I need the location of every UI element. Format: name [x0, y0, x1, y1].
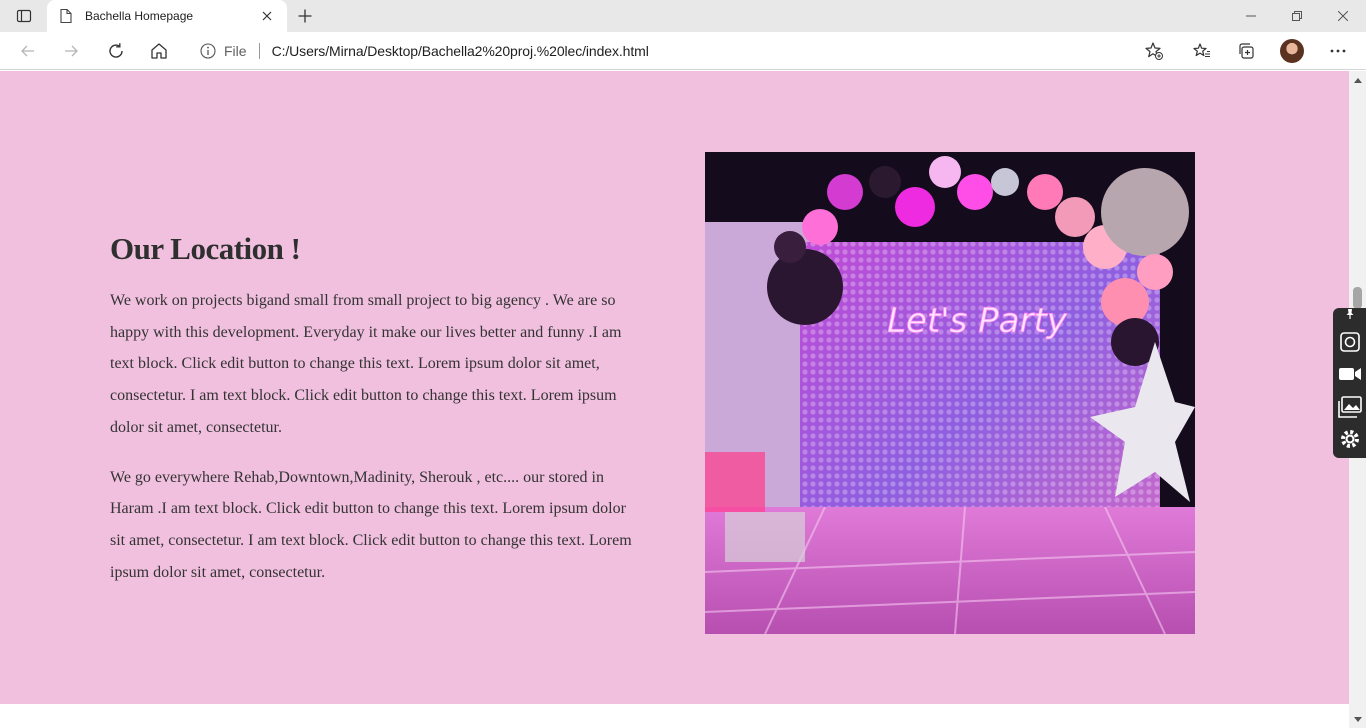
refresh-icon [109, 43, 123, 58]
location-paragraph-1: We work on projects bigand small from sm… [110, 292, 622, 436]
arrow-up-icon [1353, 77, 1362, 83]
address-bar[interactable]: File C:/Users/Mirna/Desktop/Bachella2%20… [188, 36, 1174, 66]
scroll-up-button[interactable] [1349, 71, 1366, 88]
scroll-down-button[interactable] [1349, 711, 1366, 728]
window-close-button[interactable] [1320, 0, 1366, 32]
scroll-thumb[interactable] [1353, 287, 1362, 309]
window-close-icon [1338, 11, 1348, 21]
location-section: Our Location ! We work on projects bigan… [0, 71, 1349, 704]
restore-icon [1292, 11, 1302, 21]
home-icon [151, 43, 167, 59]
info-icon [200, 43, 216, 59]
tab-title: Bachella Homepage [85, 9, 194, 23]
sidebar-icon [16, 9, 32, 23]
location-text-column: Our Location ! We work on projects bigan… [110, 231, 640, 606]
party-backdrop-image: Let's Party [705, 152, 1195, 634]
party-photo: Let's Party [705, 152, 1195, 634]
gallery-icon [1338, 396, 1362, 418]
page-viewport: Our Location ! We work on projects bigan… [0, 71, 1349, 728]
refresh-button[interactable] [100, 35, 132, 67]
add-favorite-button[interactable] [1142, 40, 1166, 62]
close-icon [262, 11, 272, 21]
neon-sign-text: Let's Party [887, 301, 1068, 341]
arrow-down-icon [1353, 716, 1362, 722]
minimize-button[interactable] [1228, 0, 1274, 32]
address-url[interactable]: C:/Users/Mirna/Desktop/Bachella2%20proj.… [272, 43, 649, 59]
location-paragraph-2: We go everywhere Rehab,Downtown,Madinity… [110, 468, 632, 581]
back-button[interactable] [12, 35, 44, 67]
minimize-icon [1246, 15, 1256, 17]
settings-icon [1341, 430, 1359, 448]
home-button[interactable] [143, 35, 175, 67]
tab-close-button[interactable] [257, 6, 277, 26]
record-video-button[interactable] [1336, 360, 1364, 388]
restore-button[interactable] [1274, 0, 1320, 32]
address-separator [258, 43, 260, 59]
collections-icon [1239, 43, 1254, 59]
page-icon [60, 8, 72, 24]
forward-icon [65, 45, 78, 57]
new-tab-button[interactable] [292, 4, 318, 28]
back-icon [21, 45, 34, 57]
video-icon [1339, 368, 1361, 380]
browser-toolbar: File C:/Users/Mirna/Desktop/Bachella2%20… [0, 32, 1366, 70]
collections-button[interactable] [1230, 35, 1262, 67]
plus-icon [298, 9, 312, 23]
favorites-icon [1193, 43, 1210, 58]
profile-avatar[interactable] [1280, 39, 1304, 63]
screenshot-button[interactable] [1336, 328, 1364, 356]
capture-settings-button[interactable] [1336, 425, 1364, 453]
more-icon [1330, 49, 1346, 53]
favorites-button[interactable] [1186, 35, 1218, 67]
tab-actions-button[interactable] [8, 4, 40, 28]
capture-side-panel [1333, 308, 1366, 458]
forward-button[interactable] [55, 35, 87, 67]
more-button[interactable] [1322, 35, 1354, 67]
camera-icon [1340, 332, 1360, 352]
active-tab[interactable]: Bachella Homepage [47, 0, 287, 32]
gallery-button[interactable] [1336, 393, 1364, 421]
pin-button[interactable] [1336, 307, 1364, 321]
location-heading: Our Location ! [110, 231, 301, 266]
tab-bar: Bachella Homepage [0, 0, 1366, 32]
add-favorite-icon [1145, 42, 1163, 60]
address-scheme-label: File [224, 43, 247, 59]
pin-icon [1346, 309, 1354, 319]
